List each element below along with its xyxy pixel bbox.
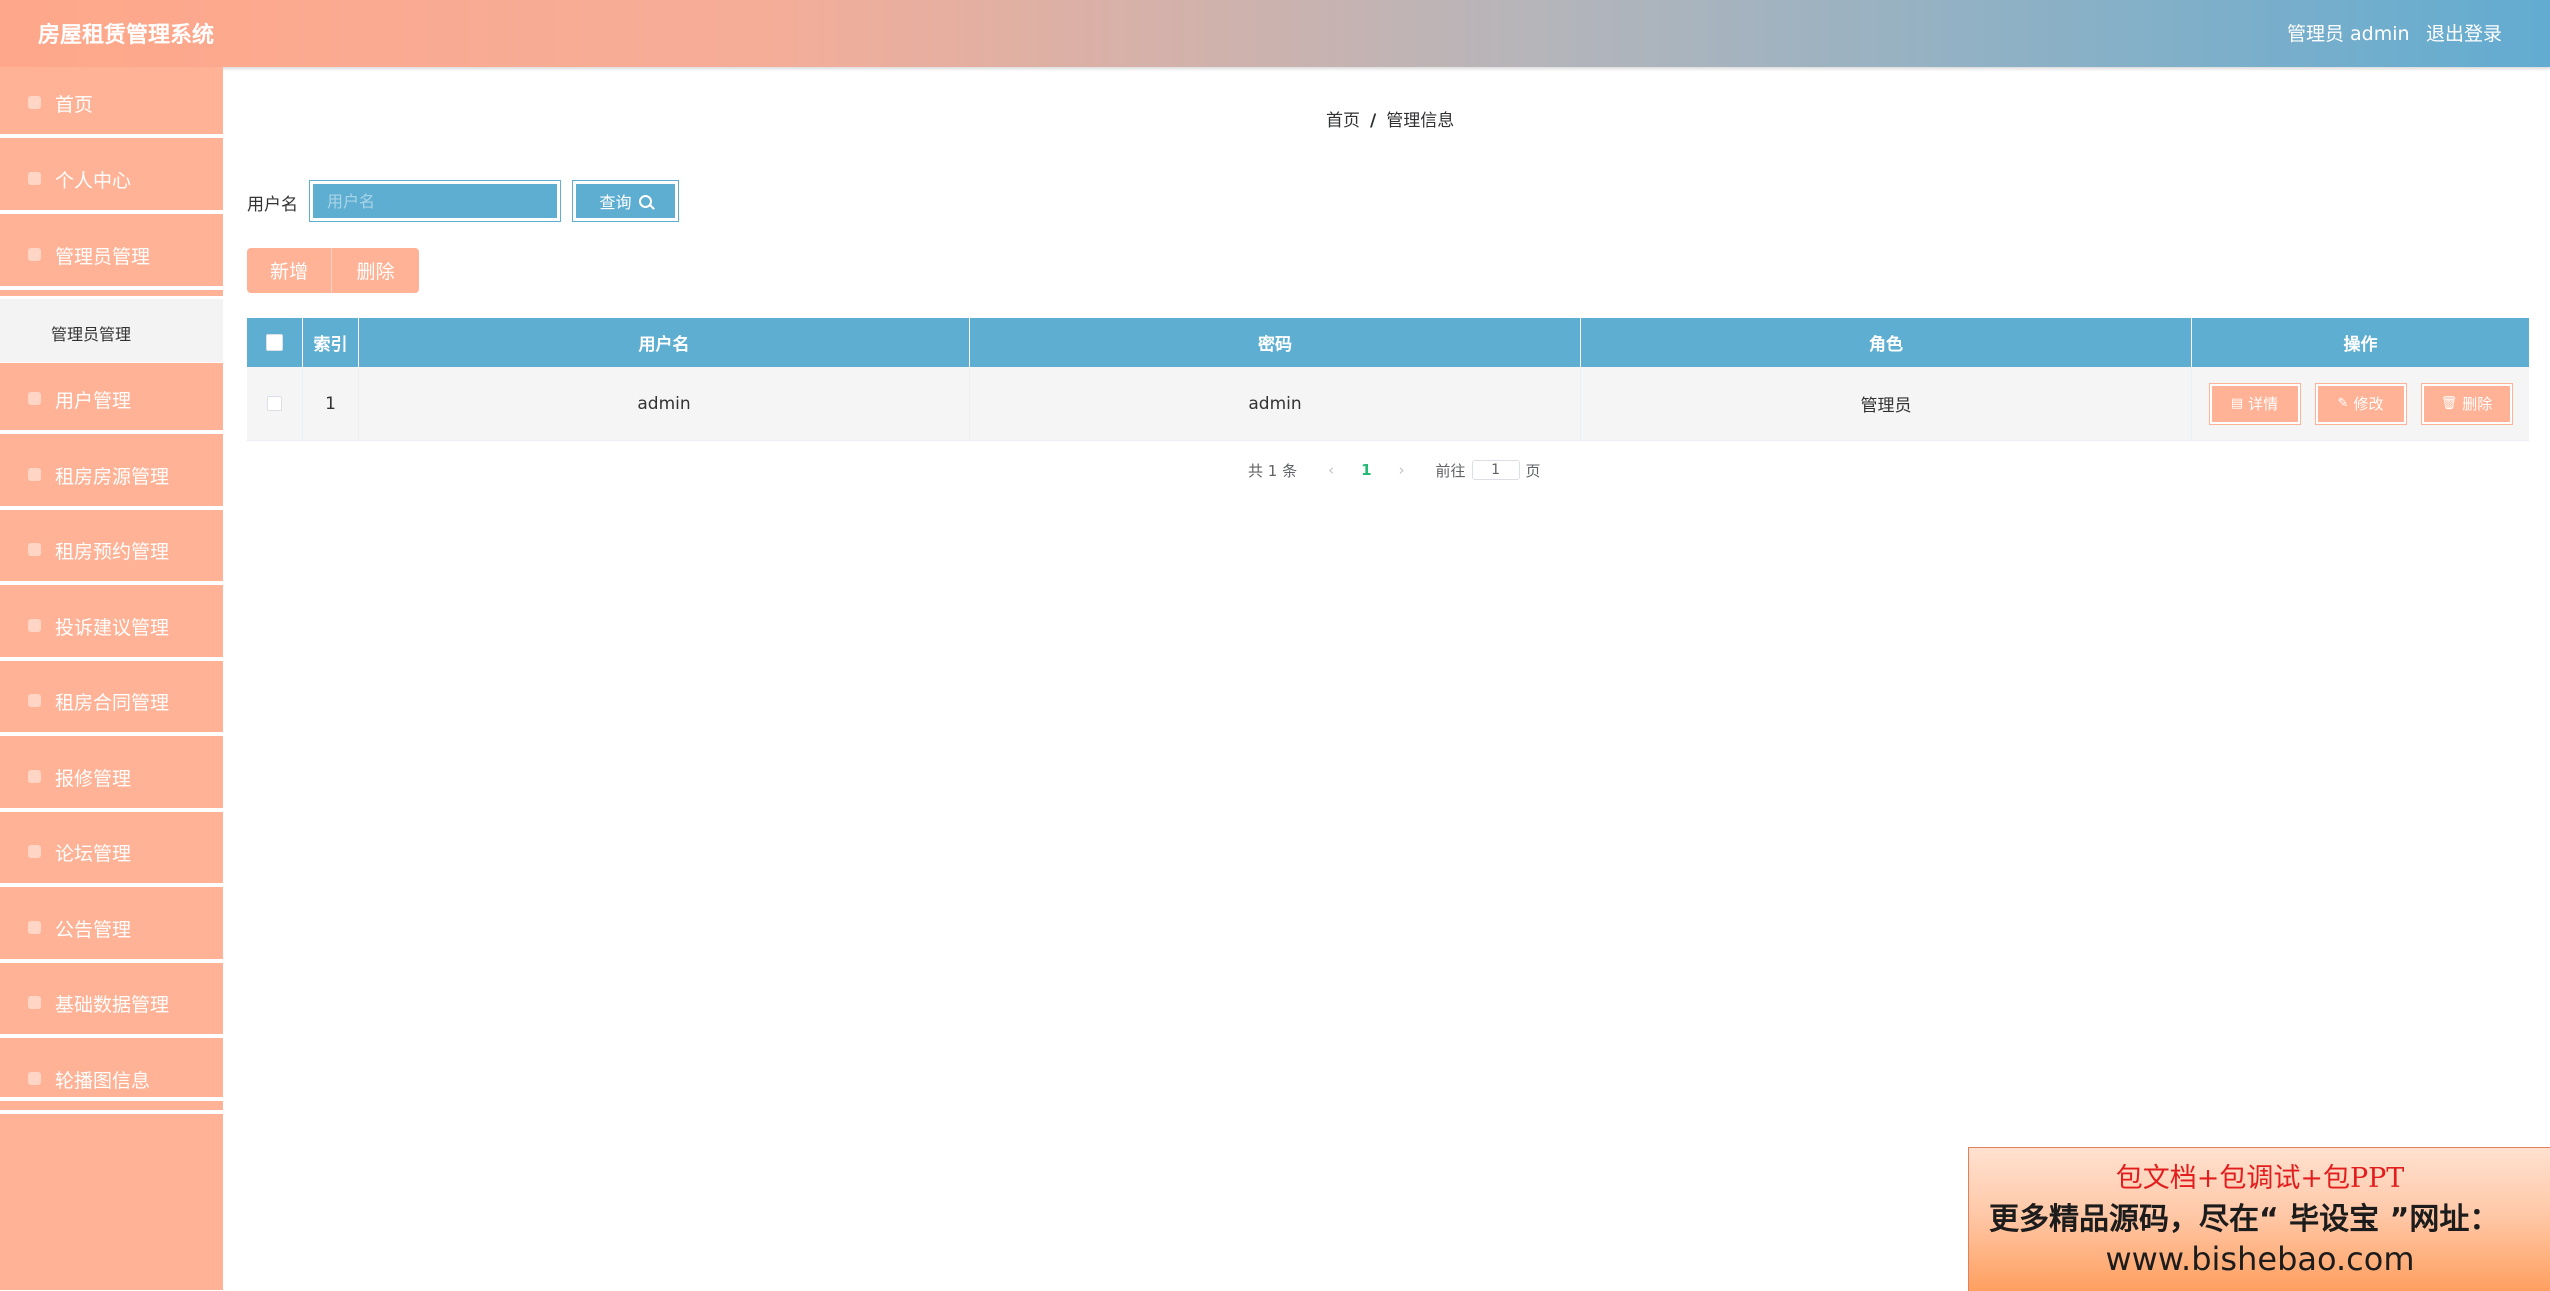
cell-index: 1 [303, 367, 359, 440]
table-row: 1 admin admin 管理员 ▤ 详情 ✎ 修改 🗑 删除 [247, 367, 2529, 441]
sidebar-item-label: 用户管理 [55, 390, 132, 412]
calendar-icon [28, 543, 41, 556]
pencil-icon: ✎ [2337, 396, 2349, 411]
search-icon [638, 194, 652, 208]
sidebar-item-label: 管理员管理 [55, 246, 151, 268]
add-button[interactable]: 新增 [247, 248, 331, 293]
breadcrumb-home[interactable]: 首页 [1326, 111, 1360, 131]
sidebar-item-forum[interactable]: 论坛管理 [0, 816, 223, 887]
header-role: 角色 [1581, 318, 2192, 367]
search-label: 用户名 [247, 195, 298, 215]
cell-operations: ▤ 详情 ✎ 修改 🗑 删除 [2192, 367, 2529, 440]
sidebar-item-profile[interactable]: 个人中心 [0, 143, 223, 214]
sidebar-item-admin[interactable]: 管理员管理 [0, 219, 223, 290]
sidebar-item-label: 公告管理 [55, 919, 132, 941]
document-icon: ▤ [2230, 396, 2244, 411]
page-number[interactable]: 1 [1361, 461, 1371, 479]
edit-button-label: 修改 [2353, 395, 2384, 413]
sidebar-item-label: 首页 [55, 94, 94, 116]
detail-button[interactable]: ▤ 详情 [2208, 382, 2301, 425]
search-input[interactable] [309, 180, 561, 222]
header-operation: 操作 [2343, 335, 2378, 355]
sidebar-item-label: 投诉建议管理 [55, 617, 170, 639]
forum-icon [28, 845, 41, 858]
search-button-label: 查询 [599, 193, 632, 212]
page-suffix: 页 [1525, 461, 1541, 480]
sidebar-item-repairs[interactable]: 报修管理 [0, 741, 223, 812]
sidebar-item-users[interactable]: 用户管理 [0, 363, 223, 434]
breadcrumb-current: 管理信息 [1386, 111, 1455, 131]
data-icon [28, 996, 41, 1009]
cell-password: admin [970, 367, 1581, 440]
sidebar-item-houses[interactable]: 租房房源管理 [0, 439, 223, 510]
sidebar-item-label: 论坛管理 [55, 843, 132, 865]
row-checkbox[interactable] [267, 396, 282, 411]
sidebar-item-contracts[interactable]: 租房合同管理 [0, 665, 223, 736]
header-password: 密码 [970, 318, 1581, 367]
breadcrumb: 首页 / 管理信息 [1326, 106, 1454, 131]
sidebar-divider [0, 1097, 223, 1101]
sidebar-item-carousel[interactable]: 轮播图信息 [0, 1043, 223, 1114]
sidebar-item-label: 租房合同管理 [55, 692, 170, 714]
sidebar-subitem-admin[interactable]: 管理员管理 [0, 296, 223, 365]
app-title: 房屋租赁管理系统 [38, 23, 215, 48]
select-all-checkbox[interactable] [266, 334, 283, 351]
search-button[interactable]: 查询 [572, 180, 679, 222]
sidebar-item-basic-data[interactable]: 基础数据管理 [0, 967, 223, 1038]
feedback-icon [28, 619, 41, 632]
next-page-icon[interactable]: › [1399, 461, 1405, 479]
top-header: 房屋租赁管理系统 管理员 admin 退出登录 [0, 0, 2550, 67]
pagination: 共 1 条 ‹ 1 › 前往 页 [1248, 459, 1541, 481]
ad-line-1: 包文档+包调试+包PPT [2115, 1163, 2405, 1194]
cell-username: admin [359, 367, 970, 440]
pagination-total: 共 1 条 [1248, 461, 1298, 480]
sidebar-item-home[interactable]: 首页 [0, 67, 223, 138]
sidebar-item-label: 轮播图信息 [55, 1070, 151, 1092]
contract-icon [28, 694, 41, 707]
ad-line-2: 更多精品源码，尽在“ 毕设宝 ”网址： [1989, 1202, 2500, 1237]
sidebar-item-label: 基础数据管理 [55, 994, 170, 1016]
home-icon [28, 96, 41, 109]
logout-link[interactable]: 退出登录 [2426, 19, 2502, 46]
header-index: 索引 [303, 318, 359, 367]
admin-label: 管理员 admin [2287, 23, 2410, 45]
sidebar-item-label: 租房预约管理 [55, 541, 170, 563]
house-icon [28, 468, 41, 481]
ad-banner: 包文档+包调试+包PPT 更多精品源码，尽在“ 毕设宝 ”网址： www.bis… [1968, 1147, 2550, 1291]
admin-icon [28, 248, 41, 261]
detail-button-label: 详情 [2248, 395, 2279, 413]
users-icon [28, 392, 41, 405]
user-icon [28, 172, 41, 185]
header-username: 用户名 [359, 318, 970, 367]
trash-icon: 🗑 [2440, 396, 2458, 411]
goto-label: 前往 [1435, 461, 1466, 480]
breadcrumb-separator: / [1370, 111, 1377, 131]
row-delete-button-label: 删除 [2462, 395, 2493, 413]
admin-table: 索引 用户名 密码 角色 操作 1 admin admin 管理员 ▤ 详情 ✎… [247, 318, 2529, 441]
delete-button[interactable]: 删除 [331, 248, 419, 293]
sidebar-item-notices[interactable]: 公告管理 [0, 892, 223, 963]
sidebar-subitem-label: 管理员管理 [51, 325, 132, 344]
sidebar-item-complaints[interactable]: 投诉建议管理 [0, 590, 223, 661]
repair-icon [28, 770, 41, 783]
edit-button[interactable]: ✎ 修改 [2314, 382, 2407, 425]
row-checkbox-cell [247, 367, 303, 440]
sidebar-item-reservations[interactable]: 租房预约管理 [0, 514, 223, 585]
sidebar-item-label: 租房房源管理 [55, 466, 170, 488]
goto-page-input[interactable] [1471, 460, 1520, 480]
sidebar: 首页 个人中心 管理员管理 管理员管理 用户管理 租房房源管理 租房预约管理 投… [0, 67, 223, 1290]
header-checkbox-cell [247, 318, 303, 367]
table-header: 索引 用户名 密码 角色 操作 [247, 318, 2529, 367]
ad-line-3: www.bishebao.com [2105, 1240, 2415, 1278]
notice-icon [28, 921, 41, 934]
sidebar-item-label: 报修管理 [55, 768, 132, 790]
sidebar-item-label: 个人中心 [55, 170, 132, 192]
prev-page-icon[interactable]: ‹ [1328, 461, 1334, 479]
cell-role: 管理员 [1581, 367, 2192, 440]
row-delete-button[interactable]: 🗑 删除 [2420, 382, 2513, 425]
carousel-icon [28, 1072, 41, 1085]
